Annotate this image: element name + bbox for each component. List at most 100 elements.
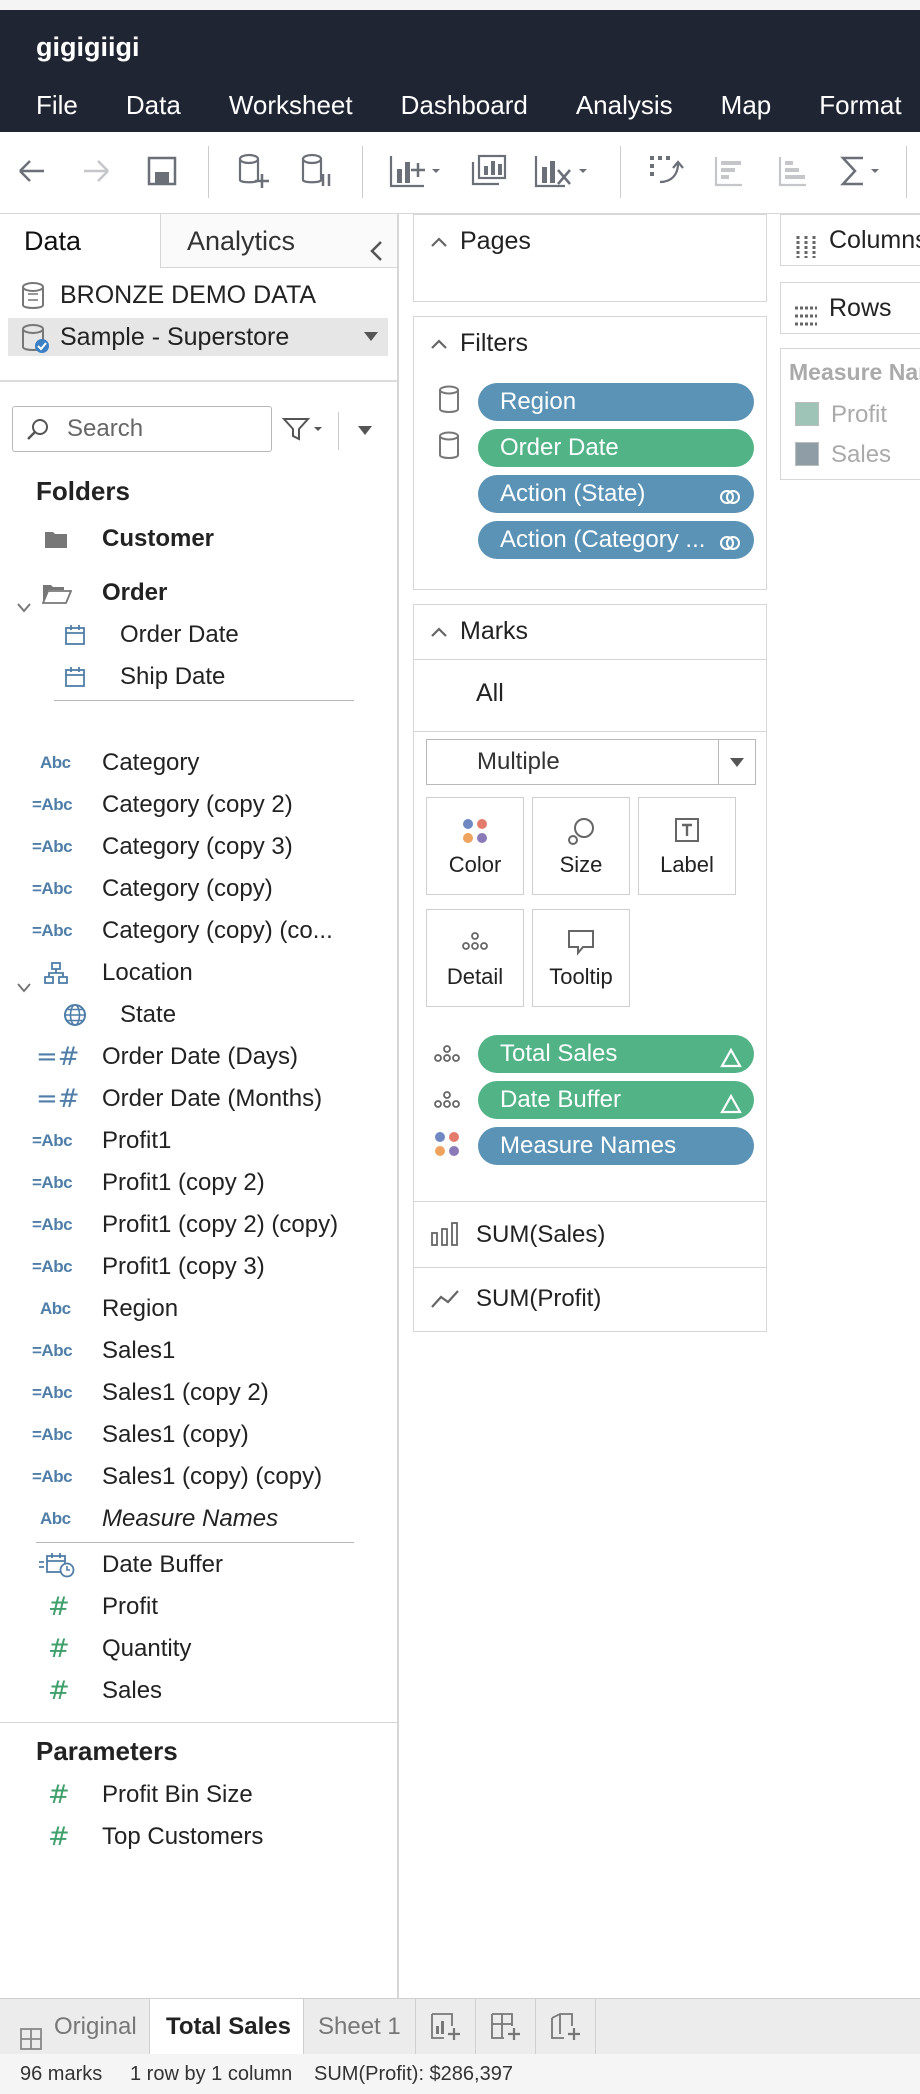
menu-map[interactable]: Map bbox=[721, 82, 772, 132]
field-ship-date[interactable]: Ship Date bbox=[0, 656, 397, 698]
collapse-pane-icon[interactable] bbox=[367, 228, 385, 282]
divider bbox=[414, 1267, 766, 1268]
field-sales1[interactable]: =Abc Sales1 bbox=[0, 1330, 397, 1372]
sheet-tab-total-sales[interactable]: Total Sales bbox=[150, 1999, 304, 2055]
field-profit1-copy-3[interactable]: =Abc Profit1 (copy 3) bbox=[0, 1246, 397, 1288]
field-order-date-days[interactable]: =# Order Date (Days) bbox=[0, 1036, 397, 1078]
dimensions-measures-divider bbox=[36, 1542, 354, 1543]
data-source-bronze[interactable]: BRONZE DEMO DATA bbox=[8, 276, 388, 314]
calc-string-icon: =Abc bbox=[32, 1257, 73, 1276]
folder-order[interactable]: Order bbox=[0, 572, 397, 614]
clear-sheet-icon[interactable] bbox=[532, 148, 592, 194]
rows-icon bbox=[793, 295, 819, 333]
columns-shelf[interactable]: Columns bbox=[780, 214, 920, 266]
field-profit1-copy-2-copy[interactable]: =Abc Profit1 (copy 2) (copy) bbox=[0, 1204, 397, 1246]
tab-analytics[interactable]: Analytics bbox=[160, 214, 397, 268]
chevron-down-icon bbox=[730, 758, 744, 767]
field-category[interactable]: Abc Category bbox=[0, 742, 397, 784]
parameter-top-customers[interactable]: # Top Customers bbox=[0, 1816, 397, 1858]
field-region[interactable]: Abc Region bbox=[0, 1288, 397, 1330]
search-input[interactable] bbox=[67, 413, 263, 445]
action-link-icon bbox=[718, 529, 742, 559]
menu-analysis[interactable]: Analysis bbox=[576, 82, 673, 132]
filter-pill-region[interactable]: Region bbox=[478, 383, 754, 421]
new-story-tab-icon[interactable] bbox=[536, 1999, 596, 2055]
field-state[interactable]: State bbox=[0, 994, 397, 1036]
field-measure-names[interactable]: Abc Measure Names bbox=[0, 1498, 397, 1540]
new-worksheet-tab-icon[interactable] bbox=[416, 1999, 476, 2055]
field-category-copy-3[interactable]: =Abc Category (copy 3) bbox=[0, 826, 397, 868]
field-sales1-copy-copy[interactable]: =Abc Sales1 (copy) (copy) bbox=[0, 1456, 397, 1498]
rows-shelf[interactable]: Rows bbox=[780, 282, 920, 334]
menu-dashboard[interactable]: Dashboard bbox=[401, 82, 528, 132]
pages-card[interactable]: Pages bbox=[413, 214, 767, 302]
legend-item-profit[interactable]: Profit bbox=[795, 401, 887, 429]
filter-pill-action-state[interactable]: Action (State) bbox=[478, 475, 754, 513]
hierarchy-icon bbox=[44, 952, 68, 994]
field-quantity[interactable]: # Quantity bbox=[0, 1628, 397, 1670]
field-order-date[interactable]: Order Date bbox=[0, 614, 397, 656]
field-sales1-copy-2[interactable]: =Abc Sales1 (copy 2) bbox=[0, 1372, 397, 1414]
marks-pill-label: Total Sales bbox=[500, 1040, 618, 1067]
filter-pill-order-date[interactable]: Order Date bbox=[478, 429, 754, 467]
folder-icon bbox=[44, 518, 68, 560]
marks-sum-sales-tab[interactable]: SUM(Sales) bbox=[414, 1203, 766, 1267]
pause-updates-icon[interactable] bbox=[296, 148, 336, 194]
legend-item-sales[interactable]: Sales bbox=[795, 441, 891, 469]
new-data-source-icon[interactable] bbox=[232, 148, 276, 194]
new-dashboard-tab-icon[interactable] bbox=[476, 1999, 536, 2055]
marks-tooltip-button[interactable]: Tooltip bbox=[532, 909, 630, 1007]
field-profit1-copy-2[interactable]: =Abc Profit1 (copy 2) bbox=[0, 1162, 397, 1204]
data-source-superstore[interactable]: Sample - Superstore bbox=[8, 318, 388, 356]
field-order-date-months[interactable]: =# Order Date (Months) bbox=[0, 1078, 397, 1120]
marks-label-button[interactable]: Label bbox=[638, 797, 736, 895]
color-legend[interactable]: Measure Names Profit Sales bbox=[780, 348, 920, 480]
back-icon[interactable] bbox=[12, 148, 52, 194]
marks-size-button[interactable]: Size bbox=[532, 797, 630, 895]
filter-pill-action-category[interactable]: Action (Category ... bbox=[478, 521, 754, 559]
menu-data[interactable]: Data bbox=[126, 82, 181, 132]
duplicate-sheet-icon[interactable] bbox=[466, 148, 512, 194]
filters-card[interactable]: Filters Region Order Date Action (State)… bbox=[413, 316, 767, 590]
save-icon[interactable] bbox=[142, 148, 182, 194]
field-category-copy-copy[interactable]: =Abc Category (copy) (co... bbox=[0, 910, 397, 952]
forward-icon[interactable] bbox=[76, 148, 116, 194]
string-icon: Abc bbox=[40, 753, 71, 772]
totals-icon[interactable] bbox=[836, 148, 886, 194]
field-sales1-copy[interactable]: =Abc Sales1 (copy) bbox=[0, 1414, 397, 1456]
sheet-tab-original[interactable]: Original bbox=[0, 1999, 150, 2055]
new-worksheet-icon[interactable] bbox=[386, 148, 444, 194]
tab-data[interactable]: Data bbox=[0, 214, 160, 268]
menu-worksheet[interactable]: Worksheet bbox=[229, 82, 353, 132]
field-date-buffer[interactable]: Date Buffer bbox=[0, 1544, 397, 1586]
divider bbox=[414, 731, 766, 732]
action-link-icon bbox=[718, 483, 742, 513]
field-profit1[interactable]: =Abc Profit1 bbox=[0, 1120, 397, 1162]
bar-chart-icon bbox=[430, 1221, 460, 1252]
sheet-tab-sheet-1[interactable]: Sheet 1 bbox=[304, 1999, 416, 2055]
folder-customer[interactable]: Customer bbox=[0, 518, 397, 560]
pane-menu-icon[interactable] bbox=[358, 426, 372, 435]
field-location[interactable]: Location bbox=[0, 952, 397, 994]
menu-file[interactable]: File bbox=[36, 82, 78, 132]
mark-type-select[interactable]: Multiple bbox=[426, 739, 756, 785]
marks-sum-profit-tab[interactable]: SUM(Profit) bbox=[414, 1269, 766, 1331]
sort-ascending-icon[interactable] bbox=[708, 148, 748, 194]
filter-fields-icon[interactable] bbox=[281, 416, 326, 447]
menu-format[interactable]: Format bbox=[819, 82, 901, 132]
field-sales[interactable]: # Sales bbox=[0, 1670, 397, 1712]
swap-rows-columns-icon[interactable] bbox=[644, 148, 688, 194]
marks-pill-measure-names[interactable]: Measure Names bbox=[478, 1127, 754, 1165]
data-source-dropdown-icon[interactable] bbox=[364, 332, 378, 341]
sort-descending-icon[interactable] bbox=[772, 148, 812, 194]
status-marks: 96 marks bbox=[20, 2063, 103, 2085]
marks-color-button[interactable]: Color bbox=[426, 797, 524, 895]
marks-all-tab[interactable]: All bbox=[476, 679, 504, 708]
marks-detail-button[interactable]: Detail bbox=[426, 909, 524, 1007]
field-category-copy[interactable]: =Abc Category (copy) bbox=[0, 868, 397, 910]
parameter-profit-bin-size[interactable]: # Profit Bin Size bbox=[0, 1774, 397, 1816]
marks-pill-total-sales[interactable]: Total Sales bbox=[478, 1035, 754, 1073]
field-category-copy-2[interactable]: =Abc Category (copy 2) bbox=[0, 784, 397, 826]
field-profit[interactable]: # Profit bbox=[0, 1586, 397, 1628]
marks-pill-date-buffer[interactable]: Date Buffer bbox=[478, 1081, 754, 1119]
